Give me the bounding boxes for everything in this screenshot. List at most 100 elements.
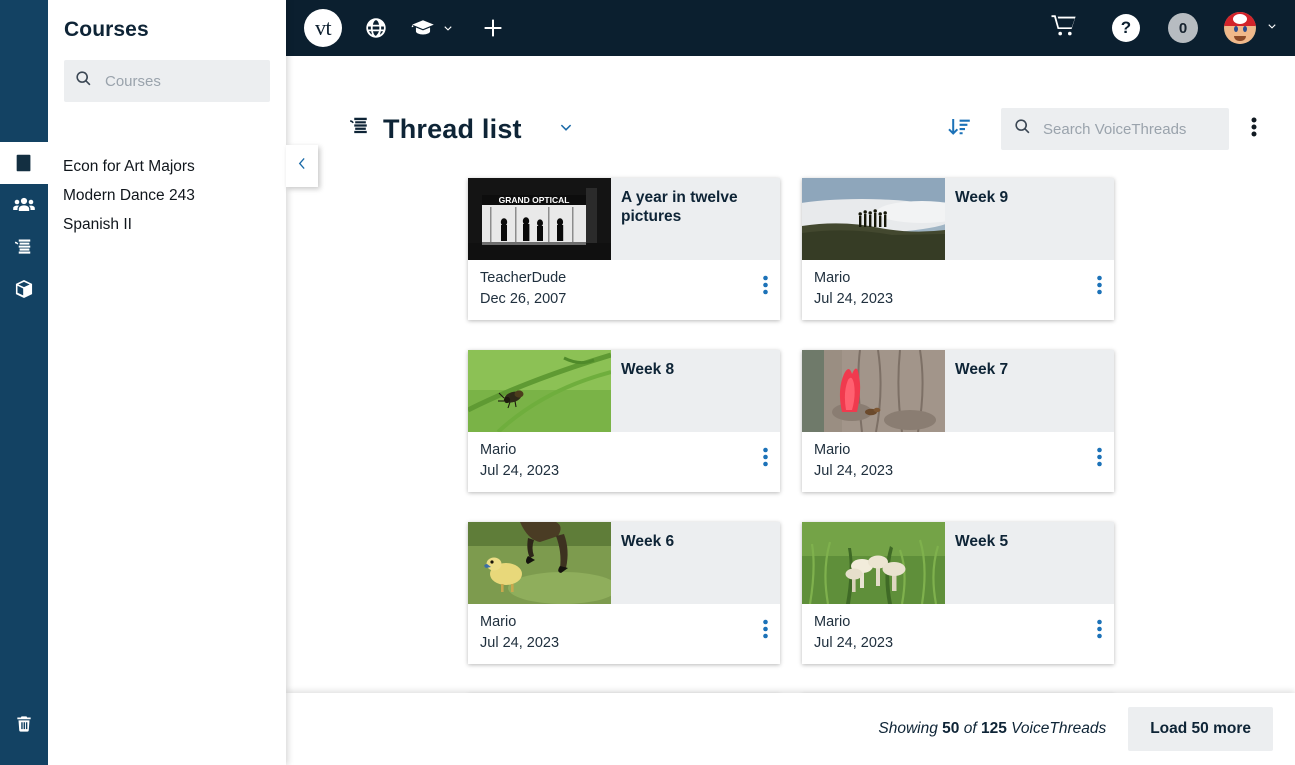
thread-card-date: Dec 26, 2007: [480, 291, 567, 307]
thread-card-menu-icon[interactable]: [763, 275, 768, 300]
course-item[interactable]: Econ for Art Majors: [48, 152, 286, 181]
gosling-with-goose-thumbnail: [468, 522, 611, 604]
thread-card-meta-text: Mario Jul 24, 2023: [814, 612, 893, 654]
thread-card-date: Jul 24, 2023: [814, 463, 894, 479]
thread-card-meta: Mario Jul 24, 2023: [802, 604, 1114, 664]
course-item[interactable]: Modern Dance 243: [48, 181, 286, 210]
thread-spool-icon: [13, 236, 36, 259]
thread-card[interactable]: Week 7 Mario Jul 24, 2023: [802, 350, 1114, 492]
page-title: Thread list: [383, 113, 522, 144]
grand-optical-storefront-thumbnail: GRAND OPTICAL: [468, 178, 611, 260]
thread-card[interactable]: Week 5 Mario Jul 24, 2023: [802, 522, 1114, 664]
thread-card-meta-text: Mario Jul 24, 2023: [480, 440, 559, 482]
thread-card[interactable]: Week 9 Mario Jul 24, 2023: [802, 178, 1114, 320]
thread-card-date: Jul 24, 2023: [480, 463, 560, 479]
insect-on-green-stem-thumbnail: [468, 350, 611, 432]
thread-card-author: Mario: [480, 614, 517, 630]
showing-prefix: Showing: [878, 720, 938, 737]
account-menu-button[interactable]: [1224, 12, 1279, 44]
thread-card-author: TeacherDude: [480, 270, 567, 286]
thread-card-top: Week 7: [802, 350, 1114, 432]
thread-card-menu-icon[interactable]: [1097, 447, 1102, 472]
thread-card-grid: GRAND OPTICAL A year in twelve pictures …: [286, 150, 1295, 765]
book-icon: [13, 152, 35, 174]
help-button[interactable]: ?: [1112, 14, 1140, 42]
top-navigation-bar: vt ? 0: [286, 0, 1295, 56]
thread-list-controls: [947, 108, 1257, 150]
kebab-menu-icon[interactable]: [1251, 115, 1257, 144]
course-search-box[interactable]: [64, 60, 270, 102]
thread-card-top: GRAND OPTICAL A year in twelve pictures: [468, 178, 780, 260]
course-item[interactable]: Spanish II: [48, 210, 286, 239]
sidebar-title: Courses: [64, 18, 149, 41]
thread-card-meta: Mario Jul 24, 2023: [468, 604, 780, 664]
thread-card-meta-text: Mario Jul 24, 2023: [480, 612, 559, 654]
rail-item-courses[interactable]: [0, 142, 48, 184]
courses-sidebar: Courses Econ for Art Majors Modern Dance…: [48, 0, 286, 765]
load-more-button[interactable]: Load 50 more: [1128, 707, 1273, 751]
voicethread-logo[interactable]: vt: [304, 9, 342, 47]
chevron-down-icon: [441, 21, 455, 35]
icon-rail: [0, 0, 48, 765]
thread-card[interactable]: Week 8 Mario Jul 24, 2023: [468, 350, 780, 492]
thread-card-top: Week 9: [802, 178, 1114, 260]
of-label: of: [963, 720, 977, 737]
thread-card-date: Jul 24, 2023: [814, 291, 894, 307]
hilltop-above-clouds-thumbnail: [802, 178, 945, 260]
trash-icon: [14, 714, 34, 734]
thread-card-meta-text: Mario Jul 24, 2023: [814, 268, 893, 310]
shopping-cart-icon[interactable]: [1050, 13, 1078, 44]
rail-item-archive[interactable]: [0, 268, 48, 310]
voicethread-search-box[interactable]: [1001, 108, 1229, 150]
top-bar-right-group: ? 0: [1050, 12, 1295, 44]
thread-card-title: Week 9: [955, 189, 1009, 206]
thread-card-meta: Mario Jul 24, 2023: [802, 432, 1114, 492]
app-root: Courses Econ for Art Majors Modern Dance…: [0, 0, 1295, 765]
rail-item-groups[interactable]: [0, 184, 48, 226]
courses-menu-button[interactable]: [410, 17, 455, 39]
people-group-icon: [12, 193, 36, 217]
results-count-text: Showing 50 of 125 VoiceThreads: [878, 720, 1106, 738]
showing-suffix: VoiceThreads: [1011, 720, 1107, 737]
voicethread-search-input[interactable]: [1043, 120, 1217, 138]
add-button[interactable]: [481, 16, 505, 40]
thread-card-author: Mario: [814, 270, 851, 286]
thread-card-author: Mario: [814, 442, 851, 458]
search-icon: [74, 69, 93, 93]
thread-card-menu-icon[interactable]: [1097, 619, 1102, 644]
archive-box-icon: [13, 278, 35, 300]
rail-item-threads[interactable]: [0, 226, 48, 268]
thread-card-menu-icon[interactable]: [763, 619, 768, 644]
chevron-left-icon: [295, 156, 310, 176]
thread-card-menu-icon[interactable]: [763, 447, 768, 472]
thread-list-title-group: Thread list: [348, 114, 522, 145]
avatar-eye-right: [1243, 26, 1247, 32]
thread-card-title: Week 5: [955, 533, 1009, 550]
search-icon: [1013, 117, 1032, 141]
thread-card-date: Jul 24, 2023: [480, 635, 560, 651]
thread-card-meta: TeacherDude Dec 26, 2007: [468, 260, 780, 320]
thread-card-meta: Mario Jul 24, 2023: [802, 260, 1114, 320]
thread-card-menu-icon[interactable]: [1097, 275, 1102, 300]
thread-card-title: Week 8: [621, 361, 675, 378]
notification-count-badge[interactable]: 0: [1168, 13, 1198, 43]
course-list: Econ for Art Majors Modern Dance 243 Spa…: [48, 152, 286, 239]
thread-card-date: Jul 24, 2023: [814, 635, 894, 651]
sort-descending-icon[interactable]: [947, 115, 971, 144]
thread-list-dropdown-button[interactable]: [556, 117, 576, 142]
globe-icon[interactable]: [364, 16, 388, 40]
rail-item-trash[interactable]: [0, 703, 48, 745]
thread-card-meta-text: TeacherDude Dec 26, 2007: [480, 268, 566, 310]
course-search-input[interactable]: [105, 72, 260, 90]
sidebar-collapse-button[interactable]: [286, 145, 318, 187]
thread-card-author: Mario: [480, 442, 517, 458]
thread-card-title: Week 7: [955, 361, 1009, 378]
shown-count: 50: [942, 720, 960, 737]
avatar-eye-left: [1234, 26, 1238, 32]
thread-card[interactable]: GRAND OPTICAL A year in twelve pictures …: [468, 178, 780, 320]
thread-card-meta: Mario Jul 24, 2023: [468, 432, 780, 492]
thread-card-top: Week 6: [468, 522, 780, 604]
thread-card[interactable]: Week 6 Mario Jul 24, 2023: [468, 522, 780, 664]
thread-spool-icon: [348, 114, 373, 144]
main-content: Thread list Search VoiceThreads GRAND OP…: [286, 56, 1295, 765]
